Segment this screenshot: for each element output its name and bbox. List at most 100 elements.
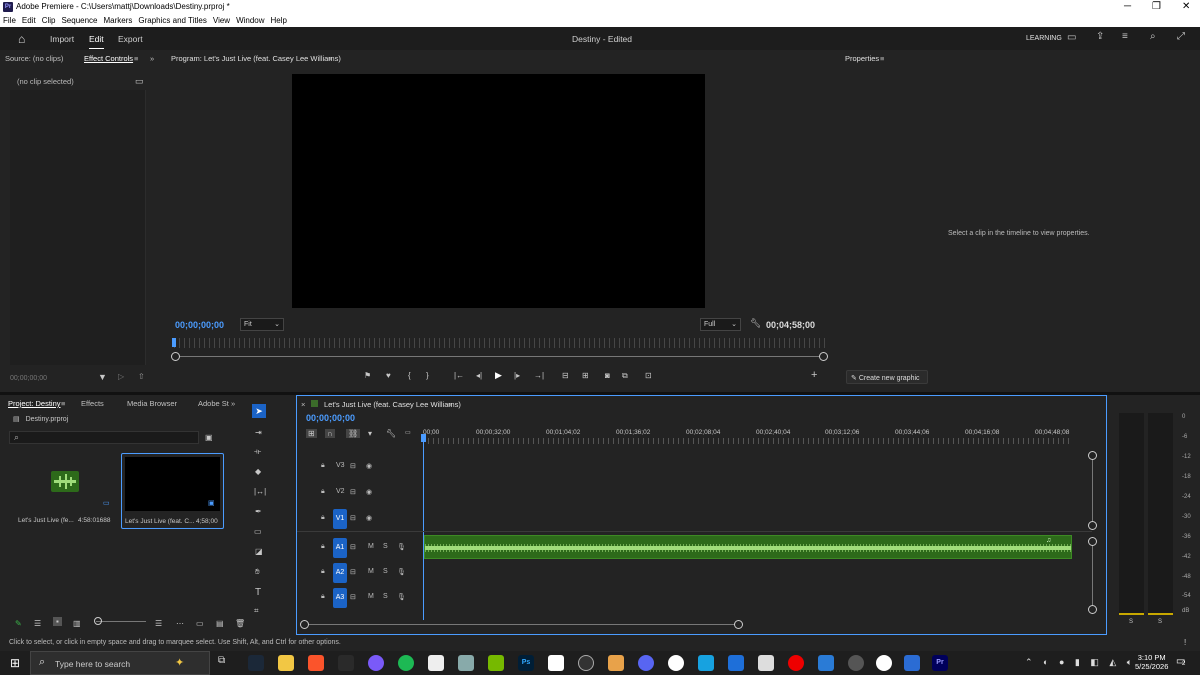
icon-view-icon[interactable]: ▪	[53, 617, 62, 626]
app-icon[interactable]	[668, 655, 684, 671]
timeline-zoom-handle-left[interactable]	[300, 620, 309, 629]
toggle-view-icon[interactable]: ▭	[135, 76, 144, 87]
track-name-v1[interactable]: V1	[333, 509, 347, 529]
solo-right[interactable]: S	[1158, 619, 1162, 625]
menu-help[interactable]: Help	[268, 14, 290, 25]
razor-icon[interactable]: ◆	[255, 467, 261, 476]
lock-icon[interactable]: 🔒︎	[321, 514, 325, 522]
menu-markers[interactable]: Markers	[101, 14, 136, 25]
sync-lock-icon[interactable]: ⊟	[350, 568, 356, 576]
tab-project[interactable]: Project: Destiny	[8, 399, 61, 408]
properties-menu-icon[interactable]: ≡	[880, 54, 884, 63]
spotify-icon[interactable]	[398, 655, 414, 671]
mute-button[interactable]: M	[368, 593, 374, 600]
workspace-edit[interactable]: Edit	[89, 34, 104, 49]
export-icon[interactable]: ⇧	[138, 372, 145, 381]
tab-source[interactable]: Source: (no clips)	[5, 54, 63, 63]
app-icon[interactable]	[904, 655, 920, 671]
steam-icon[interactable]	[248, 655, 264, 671]
audio-scrollbar[interactable]	[1092, 541, 1093, 609]
track-select-icon[interactable]: ⇥	[255, 428, 262, 437]
timeline-ruler[interactable]: 00;00 00;00;32;00 00;01;04;02 00;01;36;0…	[423, 428, 1093, 446]
mute-button[interactable]: M	[368, 543, 374, 550]
video-scrollbar[interactable]	[1092, 455, 1093, 525]
close-sequence-icon[interactable]: ×	[301, 400, 305, 409]
lock-icon[interactable]: 🔒︎	[321, 488, 325, 496]
pen-tool-icon[interactable]: ✒	[255, 507, 262, 516]
app-icon[interactable]	[548, 655, 564, 671]
zoom-scrollbar[interactable]	[172, 356, 825, 357]
list-view-icon[interactable]: ☰	[34, 619, 41, 628]
home-icon[interactable]: ⌂	[18, 32, 25, 46]
step-forward-icon[interactable]: |▸	[514, 371, 520, 380]
go-to-out-icon[interactable]: →|	[534, 371, 544, 380]
bin-icon[interactable]: ▭	[196, 619, 204, 628]
panel-icon[interactable]: ▭	[1067, 32, 1076, 43]
timeline-zoom-scrollbar[interactable]	[304, 624, 740, 625]
more-panels-icon[interactable]: »	[150, 54, 154, 63]
app-icon[interactable]	[338, 655, 354, 671]
workspace-export[interactable]: Export	[118, 34, 143, 44]
snap-icon[interactable]: ∩	[325, 429, 335, 438]
restore-icon[interactable]: ❐	[1152, 1, 1161, 12]
menu-clip[interactable]: Clip	[39, 14, 59, 25]
eye-icon[interactable]: ◉	[366, 514, 372, 522]
minimize-icon[interactable]: ─	[1124, 1, 1131, 12]
scroll-handle[interactable]	[1088, 537, 1097, 546]
comparison-view-icon[interactable]: ⧉	[622, 371, 628, 381]
solo-button[interactable]: S	[383, 543, 388, 550]
tab-effect-controls[interactable]: Effect Controls	[84, 54, 133, 63]
program-scrub-ruler[interactable]	[174, 338, 826, 348]
timeline-playhead[interactable]	[421, 434, 426, 442]
project-menu-icon[interactable]: ≡	[61, 399, 65, 408]
timeline-timecode[interactable]: 00;00;00;00	[306, 413, 355, 423]
rectangle-tool-icon[interactable]: ▭	[254, 527, 262, 536]
project-item-audio[interactable]: ▭ Let's Just Live (fe... 4:58:01688	[12, 453, 116, 529]
app-icon[interactable]	[698, 655, 714, 671]
notification-icon[interactable]: ▭ 2	[1176, 656, 1185, 667]
mute-button[interactable]: M	[368, 568, 374, 575]
slip-tool-icon[interactable]: |↔|	[254, 487, 266, 496]
sync-lock-icon[interactable]: ⊟	[350, 488, 356, 496]
lock-icon[interactable]: 🔒︎	[321, 462, 325, 470]
windows-start-icon[interactable]: ⊞	[10, 656, 20, 670]
go-to-in-icon[interactable]: |←	[454, 371, 464, 380]
linked-selection-icon[interactable]: ⛓︎	[346, 429, 361, 438]
lock-icon[interactable]: 🔒︎	[321, 568, 325, 576]
hand-tool-icon[interactable]: ✋︎	[255, 567, 260, 577]
trash-icon[interactable]: 🗑︎	[235, 619, 245, 628]
menu-window[interactable]: Window	[233, 14, 267, 25]
lock-icon[interactable]: 🔒︎	[321, 543, 325, 551]
program-video-frame[interactable]	[292, 74, 705, 308]
solo-button[interactable]: S	[383, 568, 388, 575]
microphone-icon[interactable]: 🎙︎	[397, 568, 406, 576]
play-icon[interactable]: ▶	[495, 370, 502, 381]
selection-tool-icon[interactable]: ➤	[252, 404, 266, 418]
lift-icon[interactable]: ⊟	[562, 371, 569, 380]
sort-icon[interactable]: ☰	[155, 619, 162, 628]
caption-tool-icon[interactable]: ⌗	[254, 606, 259, 616]
sync-lock-icon[interactable]: ⊟	[350, 462, 356, 470]
thumbnail-size-slider[interactable]	[96, 621, 146, 622]
add-marker-icon[interactable]: ▾	[368, 429, 372, 438]
camera-icon[interactable]: ◙	[605, 371, 610, 380]
eye-icon[interactable]: ◉	[366, 462, 372, 470]
learning-button[interactable]: LEARNING	[1026, 35, 1062, 42]
captions-icon[interactable]: ▭	[405, 429, 411, 436]
solo-left[interactable]: S	[1129, 619, 1133, 625]
pencil-icon[interactable]: ✎	[15, 619, 22, 628]
close-icon[interactable]: ✕	[1182, 1, 1190, 12]
eye-icon[interactable]: ◉	[366, 488, 372, 496]
youtube-icon[interactable]	[788, 655, 804, 671]
panel-menu-icon[interactable]: ≡	[134, 54, 138, 63]
menu-file[interactable]: File	[0, 14, 19, 25]
scroll-handle[interactable]	[1088, 521, 1097, 530]
app-icon[interactable]	[368, 655, 384, 671]
scroll-handle[interactable]	[1088, 605, 1097, 614]
microphone-icon[interactable]: 🎙︎	[397, 593, 406, 601]
app-icon[interactable]	[458, 655, 474, 671]
more-panels-icon[interactable]: »	[231, 399, 235, 408]
alert-icon[interactable]: !	[1184, 638, 1186, 647]
file-explorer-icon[interactable]	[278, 655, 294, 671]
app-icon[interactable]	[608, 655, 624, 671]
